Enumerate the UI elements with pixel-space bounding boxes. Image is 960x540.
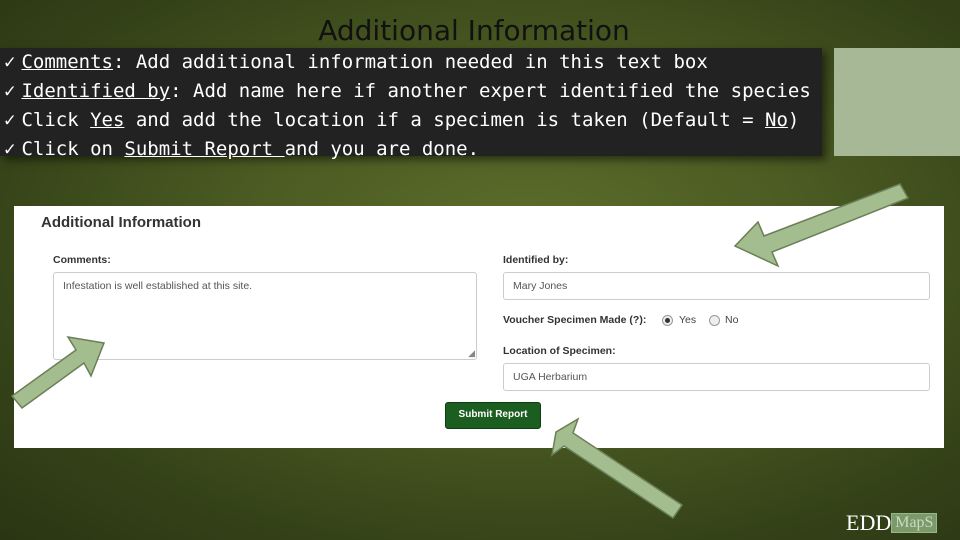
eddmaps-logo: EDD MapS (846, 510, 938, 536)
arrow-to-submit (550, 417, 684, 520)
arrow-to-identified (733, 183, 910, 268)
arrows-overlay (10, 183, 910, 520)
arrow-to-comments (10, 335, 106, 410)
